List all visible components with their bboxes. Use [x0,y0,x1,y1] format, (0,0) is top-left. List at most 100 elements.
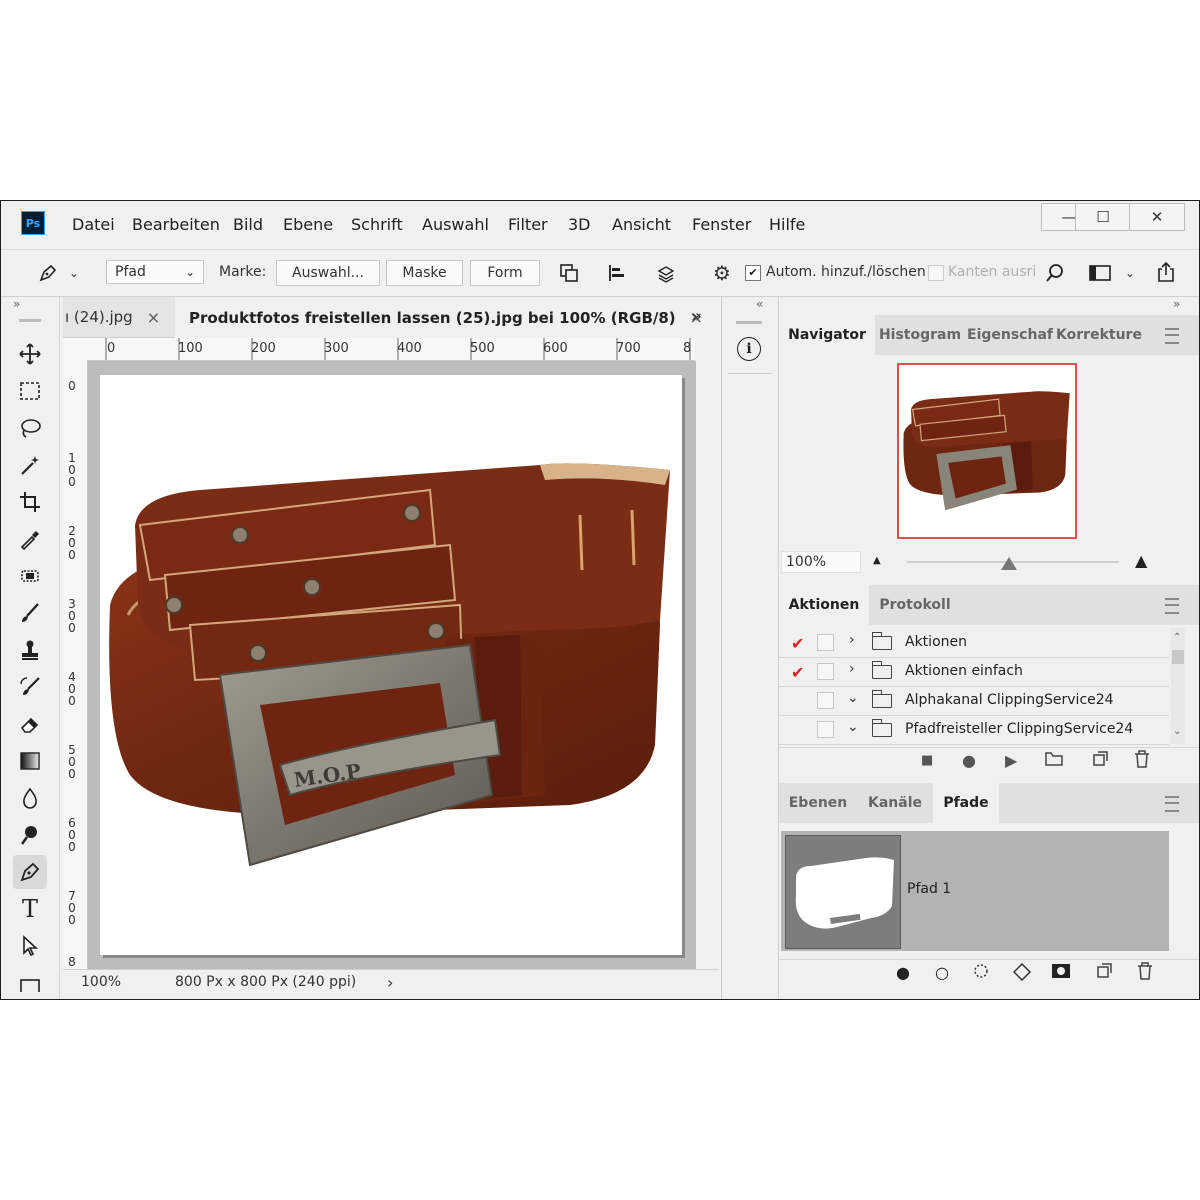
action-set-row[interactable]: ✔ › Aktionen einfach [779,657,1169,687]
fill-path-icon[interactable]: ● [896,963,910,982]
load-selection-icon[interactable] [973,963,989,983]
move-tool-icon[interactable] [13,337,47,371]
action-set-row[interactable]: ⌄ Alphakanal ClippingService24 [779,686,1169,716]
menu-ansicht[interactable]: Ansicht [612,215,671,234]
dialog-toggle-box[interactable] [817,721,834,738]
trash-icon[interactable] [1137,962,1153,984]
auswahl-button[interactable]: Auswahl... [276,260,380,286]
chevron-down-icon[interactable]: ⌄ [67,264,81,282]
blur-tool-icon[interactable] [13,781,47,815]
collapse-right-icon[interactable]: » [1173,297,1180,311]
search-icon[interactable] [1043,262,1067,284]
actions-scrollbar[interactable]: ⌃ ⌄ [1171,628,1185,744]
tab-protokoll[interactable]: Protokoll [871,585,959,625]
action-set-row[interactable]: ✔ › Aktionen [779,628,1169,658]
menu-filter[interactable]: Filter [508,215,548,234]
panel-grip[interactable] [736,321,762,324]
dialog-toggle-box[interactable] [817,663,834,680]
new-path-icon[interactable] [1096,963,1112,983]
history-brush-tool-icon[interactable] [13,670,47,704]
path-operations-icon[interactable] [557,262,581,284]
chevron-right-icon[interactable]: › [849,661,855,677]
menu-datei[interactable]: Datei [72,215,115,234]
pen-tool-icon[interactable] [13,855,47,889]
menu-hilfe[interactable]: Hilfe [769,215,805,234]
tab-korrekturen[interactable]: Korrekture [1056,315,1142,355]
dialog-toggle-box[interactable] [817,634,834,651]
lasso-tool-icon[interactable] [13,411,47,445]
close-icon[interactable]: × [147,308,160,327]
eraser-tool-icon[interactable] [13,707,47,741]
new-action-icon[interactable] [1092,751,1108,771]
tab-kanaele[interactable]: Kanäle [859,783,931,823]
expand-panels-icon[interactable]: « [756,297,763,311]
ruler-left[interactable]: 0 100 200 300 400 500 600 700 8 [63,360,88,970]
maske-button[interactable]: Maske [386,260,463,286]
trash-icon[interactable] [1134,750,1150,772]
panel-menu-icon[interactable] [1165,598,1179,614]
brush-tool-icon[interactable] [13,596,47,630]
menu-auswahl[interactable]: Auswahl [422,215,489,234]
share-icon[interactable] [1153,260,1179,284]
action-set-row[interactable]: ⌄ Pfadfreisteller ClippingService24 [779,715,1169,745]
chevron-right-icon[interactable]: › [849,632,855,648]
path-arrangement-icon[interactable] [653,262,679,284]
zoom-out-icon[interactable]: ▲ [873,555,881,566]
chevron-down-icon[interactable]: ⌄ [847,690,859,706]
menu-ebene[interactable]: Ebene [283,215,333,234]
tab-previous-document[interactable]: ı (24).jpg × [63,297,175,337]
status-zoom[interactable]: 100% [81,974,121,990]
eyedropper-tool-icon[interactable] [13,522,47,556]
magic-wand-tool-icon[interactable] [13,448,47,482]
healing-brush-tool-icon[interactable] [13,559,47,593]
tab-navigator[interactable]: Navigator [779,315,875,355]
zoom-slider-handle[interactable] [1001,557,1017,570]
crop-tool-icon[interactable] [13,485,47,519]
tab-eigenschaften[interactable]: Eigenschaf [965,315,1055,355]
zoom-in-icon[interactable]: ▲ [1135,551,1147,570]
dodge-tool-icon[interactable] [13,818,47,852]
stop-icon[interactable]: ■ [921,753,933,768]
tab-ebenen[interactable]: Ebenen [779,783,857,823]
play-icon[interactable]: ▶ [1005,751,1017,770]
path-row[interactable]: Pfad 1 [781,831,1169,951]
marquee-tool-icon[interactable] [13,374,47,408]
gear-icon[interactable]: ⚙ [710,261,734,285]
tab-overflow-icon[interactable]: » [691,306,702,327]
dialog-toggle-box[interactable] [817,692,834,709]
new-set-folder-icon[interactable] [1045,751,1063,771]
menu-3d[interactable]: 3D [568,215,591,234]
scroll-up-icon[interactable]: ⌃ [1173,632,1181,643]
mode-select[interactable]: Pfad ⌄ [106,260,204,284]
make-path-icon[interactable] [1012,962,1032,985]
workspace-icon[interactable] [1087,262,1113,284]
chevron-down-icon[interactable]: ⌄ [1123,264,1137,282]
menu-bild[interactable]: Bild [233,215,263,234]
document-canvas[interactable]: M.O.P [100,375,682,955]
panel-menu-icon[interactable] [1165,796,1179,812]
record-icon[interactable]: ● [962,751,976,770]
tab-active-document[interactable]: Produktfotos freistellen lassen (25).jpg… [175,297,720,338]
ruler-top[interactable]: 0 100 200 300 400 500 600 700 8 [63,338,695,361]
chevron-down-icon[interactable]: ⌄ [847,719,859,735]
type-tool-icon[interactable]: T [13,892,47,926]
pen-tool-preset-icon[interactable] [35,262,61,284]
kanten-checkbox[interactable] [928,265,944,281]
path-selection-tool-icon[interactable] [13,929,47,963]
clone-stamp-tool-icon[interactable] [13,633,47,667]
toggle-item-check-icon[interactable]: ✔ [791,634,804,653]
rectangle-tool-icon[interactable] [13,969,47,995]
stroke-path-icon[interactable]: ○ [935,963,949,982]
menu-schrift[interactable]: Schrift [351,215,403,234]
menu-fenster[interactable]: Fenster [692,215,751,234]
tab-histogram[interactable]: Histogram [877,315,963,355]
toolbar-grip[interactable] [19,319,41,322]
toggle-item-check-icon[interactable]: ✔ [791,663,804,682]
close-window-button[interactable]: ✕ [1129,203,1185,231]
auto-add-checkbox[interactable]: ✔ [745,265,761,281]
tab-pfade[interactable]: Pfade [933,783,999,823]
status-arrow-icon[interactable]: › [387,973,393,992]
collapse-toolbar-icon[interactable]: » [13,297,20,311]
menu-bearbeiten[interactable]: Bearbeiten [132,215,220,234]
maximize-button[interactable]: ☐ [1075,203,1131,231]
